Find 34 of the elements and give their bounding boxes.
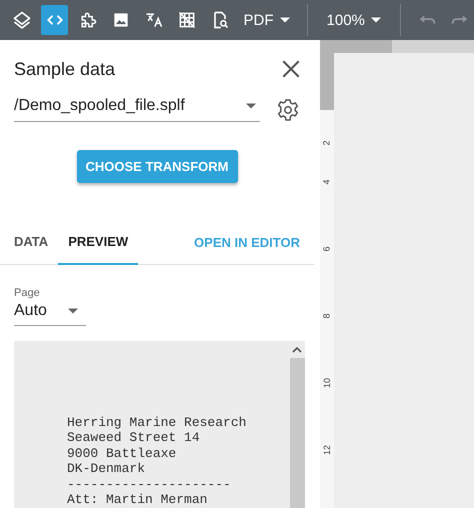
ruler-number: 10 [322, 378, 332, 388]
close-button[interactable] [282, 60, 300, 78]
ruler-margin-marker [320, 53, 334, 110]
settings-icon [276, 98, 300, 122]
format-menu[interactable]: PDF [244, 5, 290, 35]
caret-icon [68, 308, 78, 314]
scrollbar-thumb[interactable] [290, 358, 304, 508]
layers-icon [12, 10, 32, 30]
tab[interactable]: DATA [4, 220, 58, 265]
page-select[interactable]: Auto [14, 302, 86, 326]
caret-icon [280, 17, 290, 23]
file-select[interactable]: /Demo_spooled_file.splf [14, 97, 260, 122]
preview-line: --------------------- [67, 476, 232, 492]
ruler-number: 2 [322, 140, 332, 146]
preview-line: Seaweed Street 14 [67, 430, 201, 446]
preview-line: Att: Martin Merman [67, 492, 208, 508]
caret-icon [246, 103, 256, 109]
preview-line: Herring Marine Research [67, 415, 248, 430]
preview-line: 9000 Battleaxe [67, 446, 178, 462]
ruler-number: 12 [322, 444, 332, 454]
code-button[interactable] [41, 5, 68, 35]
grid-off-icon [176, 10, 197, 30]
panel-title: Sample data [14, 58, 116, 80]
tab[interactable]: PREVIEW [58, 220, 138, 265]
settings-button[interactable] [276, 98, 300, 122]
preview-line: DK-Denmark [67, 461, 146, 477]
ruler-number: 4 [322, 179, 332, 184]
page-label: Page [14, 287, 41, 299]
ruler-number: 8 [322, 313, 332, 318]
ruler-number: 6 [322, 246, 332, 251]
zoom-menu[interactable]: 100% [326, 5, 381, 35]
close-icon [282, 60, 300, 78]
scroll-up-icon[interactable] [292, 346, 302, 354]
caret-icon [370, 17, 381, 23]
